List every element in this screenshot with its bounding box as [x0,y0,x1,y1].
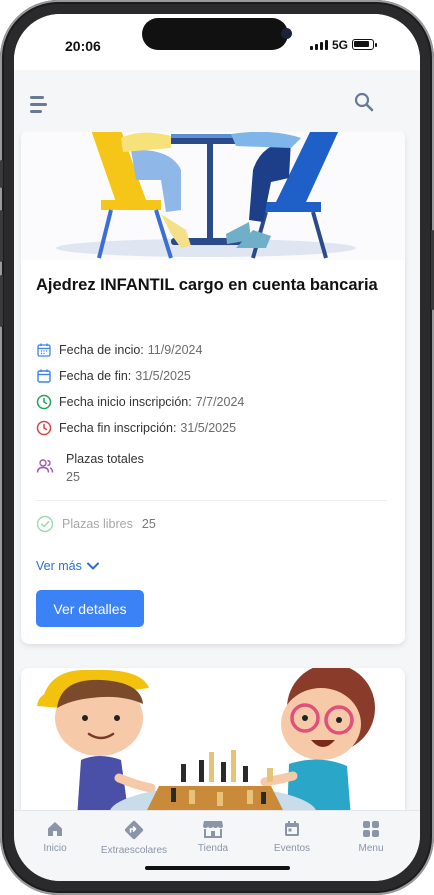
free-places-label: Plazas libres [62,517,133,531]
start-date-label: Fecha de incio: [59,343,144,357]
front-camera [281,28,292,39]
calendar-icon [285,821,299,836]
registration-end-row: Fecha fin inscripción: 31/5/2025 [36,420,236,436]
tab-inicio[interactable]: Inicio [15,819,95,854]
tab-extraescolares[interactable]: Extraescolares [94,819,174,856]
free-places-row: Plazas libres 25 [36,515,156,533]
registration-start-label: Fecha inicio inscripción: [59,395,192,409]
signal-icon [310,40,328,50]
volume-up-button [0,210,3,262]
bottom-tab-bar: Inicio Extraescolares Tienda Eventos Men… [14,810,420,881]
activity-title: Ajedrez INFANTIL cargo en cuenta bancari… [36,276,378,294]
phone-screen: 20:06 5G Ajedrez INFANTIL cargo en cuent… [14,14,420,881]
clock-icon [36,394,52,410]
see-details-button[interactable]: Ver detalles [36,590,144,627]
home-icon [48,822,62,836]
tab-eventos-label: Eventos [273,843,311,854]
tab-tienda[interactable]: Tienda [173,819,253,854]
end-date-row: Fecha de fin: 31/5/2025 [36,368,191,384]
chess-kids-image [21,668,405,812]
battery-icon [352,39,377,50]
calendar-icon [37,343,51,357]
registration-end-value: 31/5/2025 [180,421,237,435]
status-bar: 20:06 5G [14,14,420,70]
mute-switch [0,160,3,188]
registration-start-value: 7/7/2024 [195,395,245,409]
see-more-link[interactable]: Ver más [36,559,100,573]
end-date-value: 31/5/2025 [135,369,191,383]
calendar-icon [37,369,51,383]
status-time: 20:06 [65,38,101,54]
tab-inicio-label: Inicio [43,843,67,854]
volume-down-button [0,275,3,327]
app-header [14,70,420,132]
tab-tienda-label: Tienda [197,843,229,854]
start-date-row: Fecha de incio: 11/9/2024 [36,342,202,358]
activity-list[interactable]: Ajedrez INFANTIL cargo en cuenta bancari… [14,132,420,812]
network-type: 5G [332,38,349,52]
chess-players-image [21,132,405,260]
activity-card: Ajedrez INFANTIL cargo en cuenta bancari… [21,132,405,644]
directions-icon [124,820,144,840]
tab-menu[interactable]: Menu [331,819,411,854]
chevron-down-icon [86,562,99,570]
tab-eventos[interactable]: Eventos [252,819,332,854]
check-circle-icon [36,515,54,533]
hamburger-menu-icon[interactable] [30,96,50,114]
total-places-label: Plazas totales [66,452,144,466]
see-more-label: Ver más [36,559,82,573]
dynamic-island [142,18,292,50]
clock-icon [36,420,52,436]
tab-menu-label: Menu [358,843,384,854]
home-indicator [145,866,290,870]
total-places-value: 25 [66,470,80,484]
users-icon [36,459,54,473]
end-date-label: Fecha de fin: [59,369,132,383]
registration-start-row: Fecha inicio inscripción: 7/7/2024 [36,394,244,410]
free-places-value: 25 [141,517,156,531]
activity-card [21,668,405,812]
grid-icon [363,821,379,837]
start-date-value: 11/9/2024 [147,343,203,357]
divider [36,500,387,501]
search-icon[interactable] [352,90,376,114]
registration-end-label: Fecha fin inscripción: [59,421,177,435]
store-icon [203,821,223,838]
tab-extraescolares-label: Extraescolares [100,845,168,856]
